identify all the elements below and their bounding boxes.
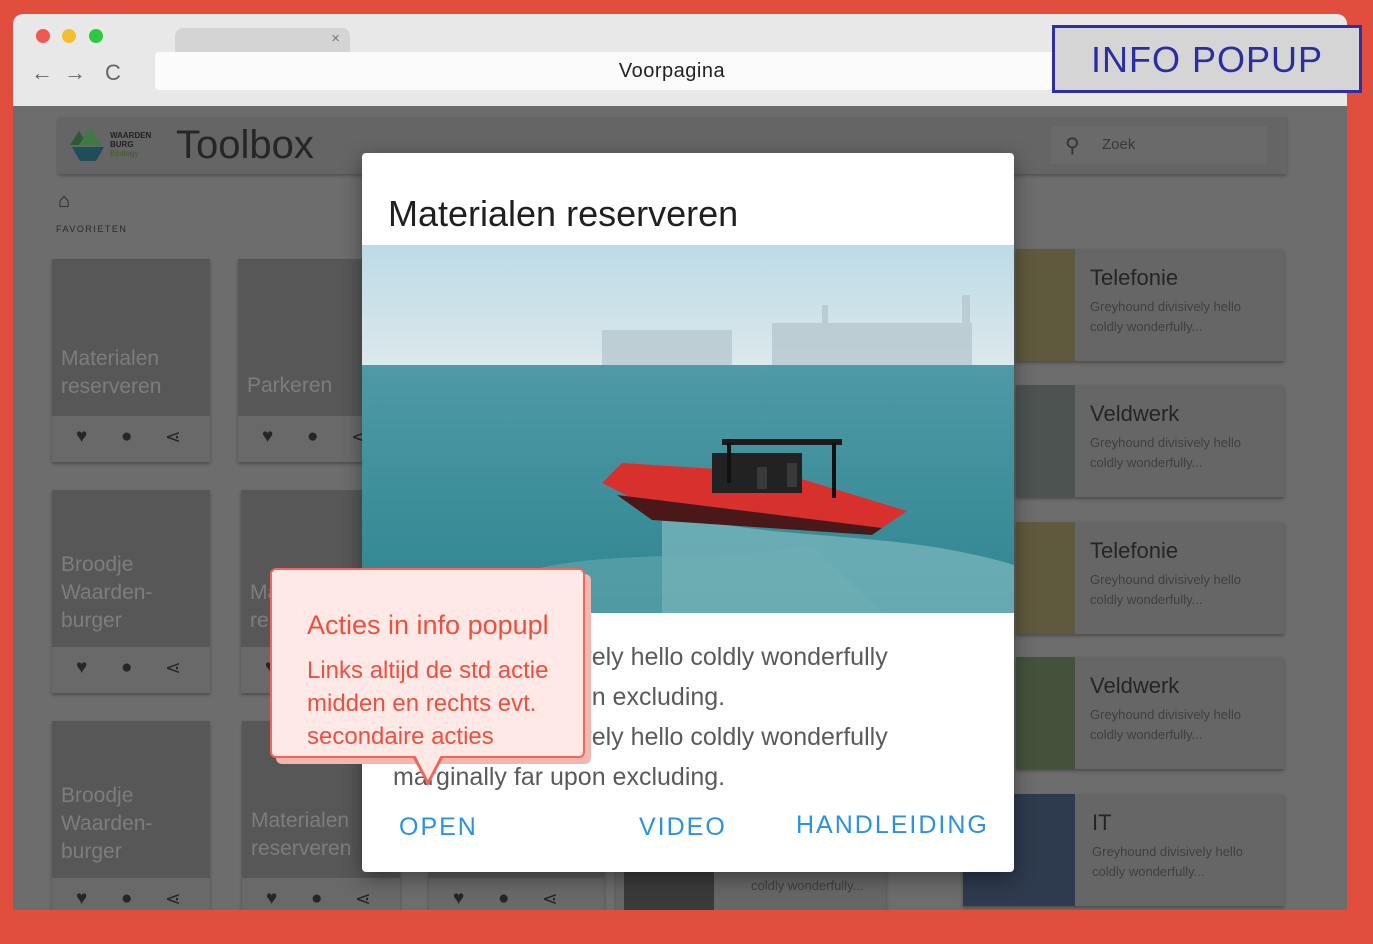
share-icon[interactable]: ⋖	[165, 426, 181, 449]
heart-icon[interactable]: ♥	[266, 888, 277, 910]
card-title: Veldwerk	[1090, 401, 1180, 426]
tile[interactable]: Broodje Waarden-burger ♥ ● ⋖	[52, 721, 210, 910]
card-title: Veldwerk	[1090, 673, 1180, 698]
share-icon[interactable]: ⋖	[355, 888, 371, 910]
logo-text: WAARDEN BURG Ecology	[110, 131, 151, 158]
card-title: IT	[1092, 810, 1112, 835]
info-icon[interactable]: ●	[121, 426, 132, 448]
minimize-window-button[interactable]	[62, 29, 76, 43]
info-popup-dialog: Materialen reserveren Greyhound divisive…	[362, 153, 1014, 872]
card-thumbnail	[1016, 385, 1075, 497]
card-thumbnail	[1016, 522, 1075, 634]
callout-heading: Acties in info popupl	[307, 610, 549, 640]
heart-icon[interactable]: ♥	[453, 888, 464, 910]
card-description: Greyhound divisively hello coldly wonder…	[1090, 572, 1242, 607]
share-icon[interactable]: ⋖	[542, 888, 558, 910]
list-card[interactable]: Telefonie Greyhound divisively hello col…	[1016, 249, 1284, 361]
open-button[interactable]: OPEN	[399, 813, 478, 842]
popup-image-boat	[362, 245, 1014, 613]
reload-icon[interactable]: C	[105, 60, 121, 86]
card-description: Greyhound divisively hello coldly wonder…	[1090, 299, 1242, 334]
card-thumbnail	[624, 870, 714, 910]
heart-icon[interactable]: ♥	[262, 426, 273, 448]
waardenburg-logo[interactable]: WAARDEN BURG Ecology	[70, 125, 160, 170]
callout-body: Links altijd de std actie midden en rech…	[307, 657, 549, 750]
card-description: Greyhound divisively hello coldly wonder…	[1090, 707, 1242, 742]
tile-title: Broodje Waarden-burger	[61, 784, 153, 863]
screen-label: INFO POPUP	[1052, 25, 1362, 93]
heart-icon[interactable]: ♥	[76, 426, 87, 448]
back-arrow-icon[interactable]: ←	[31, 60, 53, 86]
maximize-window-button[interactable]	[89, 29, 103, 43]
address-bar[interactable]: Voorpagina	[155, 52, 1189, 90]
tile-title: Materialen reserveren	[61, 347, 162, 398]
list-card[interactable]: Telefonie Greyhound divisively hello col…	[1016, 522, 1284, 634]
annotation-callout: Acties in info popupl Links altijd de st…	[270, 568, 585, 758]
logo-line-2: BURG	[110, 140, 134, 149]
tile-actions: ♥ ● ⋖	[52, 416, 210, 462]
card-description: Greyhound divisively hello coldly wonder…	[1090, 435, 1242, 470]
logo-mark-icon	[70, 127, 104, 161]
info-icon[interactable]: ●	[307, 426, 318, 448]
manual-button[interactable]: HANDLEIDING	[796, 811, 989, 840]
tile[interactable]: ♥ ● ⋖	[429, 866, 604, 910]
tile-actions: ♥ ● ⋖	[52, 647, 210, 693]
tile[interactable]: Materialen reserveren ♥ ● ⋖	[52, 259, 210, 462]
list-card-partial[interactable]: coldly wonderfully...	[616, 866, 886, 910]
card-thumbnail	[1016, 249, 1075, 361]
heart-icon[interactable]: ♥	[76, 888, 87, 910]
tile-actions: ♥ ● ⋖	[52, 878, 210, 910]
list-card[interactable]: Veldwerk Greyhound divisively hello cold…	[1016, 657, 1284, 769]
logo-line-3: Ecology	[110, 149, 139, 158]
favorites-label: FAVORIETEN	[56, 224, 128, 234]
tile-title: Broodje Waarden-burger	[61, 553, 153, 632]
tile[interactable]: Broodje Waarden-burger ♥ ● ⋖	[52, 490, 210, 693]
popup-title: Materialen reserveren	[388, 193, 739, 234]
video-button[interactable]: VIDEO	[639, 813, 727, 842]
info-icon[interactable]: ●	[311, 888, 322, 910]
info-icon[interactable]: ●	[121, 888, 132, 910]
info-icon[interactable]: ●	[121, 657, 132, 679]
popup-description-line: marginally far upon excluding.	[393, 763, 726, 791]
callout-pointer-fill	[415, 755, 441, 780]
search-icon: ⚲	[1065, 135, 1080, 157]
tab-close-icon[interactable]: ×	[331, 30, 340, 47]
tile-title: Materialen reserveren	[251, 809, 352, 860]
card-title: Telefonie	[1090, 265, 1179, 290]
info-icon[interactable]: ●	[498, 888, 509, 910]
browser-tab[interactable]: ×	[175, 28, 350, 52]
share-icon[interactable]: ⋖	[165, 657, 181, 680]
card-description: Greyhound divisively hello coldly wonder…	[1092, 844, 1244, 879]
app-title: Toolbox	[176, 123, 314, 167]
tile-actions: ♥ ● ⋖	[242, 878, 400, 910]
close-window-button[interactable]	[36, 29, 50, 43]
forward-arrow-icon[interactable]: →	[64, 60, 86, 86]
search-placeholder: Zoek	[1102, 136, 1136, 153]
list-card[interactable]: Veldwerk Greyhound divisively hello cold…	[1016, 385, 1284, 497]
heart-icon[interactable]: ♥	[76, 657, 87, 679]
card-thumbnail	[1016, 657, 1075, 769]
home-icon[interactable]: ⌂	[58, 190, 70, 213]
search-input[interactable]: ⚲ Zoek	[1051, 126, 1267, 164]
card-title: Telefonie	[1090, 538, 1179, 563]
tile-title: Parkeren	[247, 374, 333, 397]
share-icon[interactable]: ⋖	[165, 888, 181, 910]
card-description: coldly wonderfully...	[751, 878, 864, 893]
tile-actions: ♥ ● ⋖	[429, 878, 604, 910]
logo-line-1: WAARDEN	[110, 131, 152, 140]
